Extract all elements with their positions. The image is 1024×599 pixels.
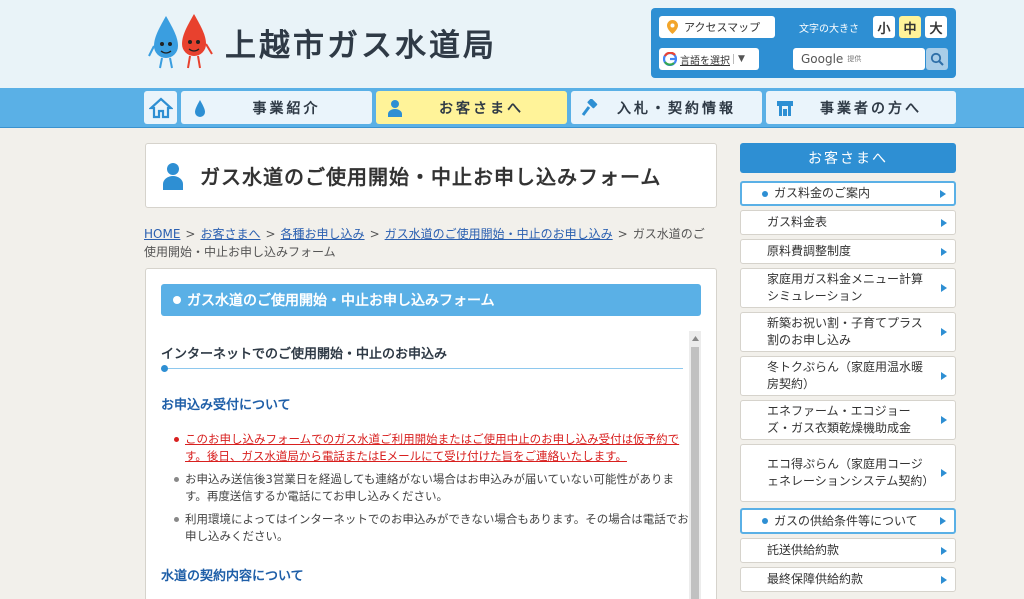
scrollbar[interactable]	[689, 331, 701, 599]
language-select-label: 言語を選択	[680, 55, 730, 67]
nav-bidding-label: 入札・契約情報	[617, 100, 736, 117]
sidebar-item-label: エネファーム・エコジョーズ・ガス衣類乾燥機助成金	[767, 404, 912, 435]
access-map-label: アクセスマップ	[684, 21, 761, 34]
access-map-button[interactable]: アクセスマップ	[659, 16, 775, 38]
content-heading-text: ガス水道のご使用開始・中止お申し込みフォーム	[187, 293, 495, 309]
header-tools: アクセスマップ 文字の大きさ 小 中 大 言語を選択 ▼ Google 提供	[651, 8, 956, 78]
page-title: ガス水道のご使用開始・中止お申し込みフォーム	[200, 165, 662, 189]
dropdown-arrow-icon: ▼	[733, 54, 745, 64]
bullet-dot-icon	[762, 518, 768, 524]
chevron-right-icon	[941, 218, 947, 227]
sidebar-item-label: 家庭用ガス料金メニュー計算シミュレーション	[767, 272, 924, 303]
section-internet-application: インターネットでのご使用開始・中止のお申込み	[161, 347, 448, 362]
site-header: 上越市ガス水道局 アクセスマップ 文字の大きさ 小 中 大 言語を選択 ▼ Go…	[0, 0, 1024, 88]
sidebar-item-subsidy[interactable]: エネファーム・エコジョーズ・ガス衣類乾燥機助成金	[740, 400, 956, 440]
content-heading: ガス水道のご使用開始・中止お申し込みフォーム	[161, 284, 701, 316]
search-icon	[930, 52, 944, 66]
water-drop-icon	[195, 100, 205, 117]
sidebar-item-supply-terms[interactable]: ガスの供給条件等について	[740, 508, 956, 534]
sidebar-item-label: ガス料金表	[767, 215, 828, 229]
breadcrumb-start-stop[interactable]: ガス水道のご使用開始・中止のお申し込み	[385, 227, 613, 241]
chevron-right-icon	[941, 469, 947, 477]
sidebar-item-label: エコ得ぷらん（家庭用コージェネレーションシステム契約）	[767, 457, 935, 488]
form-scroll-area[interactable]: インターネットでのご使用開始・中止のお申込み お申込み受付について このお申し込…	[161, 331, 701, 599]
section-water-contract: 水道の契約内容について	[161, 569, 304, 584]
bullet-dot-icon	[173, 296, 181, 304]
breadcrumb-customers[interactable]: お客さまへ	[200, 227, 260, 241]
sidebar-item-label: 原料費調整制度	[767, 244, 852, 258]
notice-list: このお申し込みフォームでのガス水道ご利用開始またはご使用中止のお申し込み受付は仮…	[171, 431, 691, 551]
section-reception: お申込み受付について	[161, 398, 291, 413]
nav-customers-label: お客さまへ	[439, 100, 524, 117]
breadcrumb: HOME > お客さまへ > 各種お申し込み > ガス水道のご使用開始・中止のお申し込み > ガ…	[144, 227, 705, 259]
language-select[interactable]: 言語を選択 ▼	[659, 48, 759, 70]
sidebar-item-consignment-terms[interactable]: 託送供給約款	[740, 538, 956, 563]
nav-customers[interactable]: お客さまへ	[376, 91, 567, 124]
sidebar-item-label: ガスの供給条件等について	[774, 513, 918, 528]
gavel-icon	[581, 99, 598, 116]
list-item: お申込み送信後3営業日を経過しても連絡がない場合はお申込みが届いていない可能性が…	[171, 471, 691, 505]
global-nav: 事業紹介 お客さまへ 入札・契約情報 事業者の方へ	[0, 88, 1024, 128]
site-title[interactable]: 上越市ガス水道局	[225, 20, 497, 65]
home-icon	[148, 97, 173, 118]
scroll-up-icon[interactable]	[689, 333, 701, 343]
shop-icon	[777, 101, 793, 116]
sidebar-item-label: 新築お祝い割・子育てプラス割のお申し込み	[767, 316, 923, 347]
breadcrumb-home[interactable]: HOME	[144, 227, 180, 241]
nav-contractors[interactable]: 事業者の方へ	[766, 91, 956, 124]
sidebar-item-label: 冬トクぷらん（家庭用温水暖房契約）	[767, 360, 924, 391]
sidebar-item-label: 託送供給約款	[767, 543, 840, 557]
person-icon	[388, 100, 402, 117]
map-pin-icon	[667, 20, 678, 34]
chevron-right-icon	[941, 328, 947, 336]
sidebar-item-gas-rate-table[interactable]: ガス料金表	[740, 210, 956, 235]
font-size-large-button[interactable]: 大	[925, 16, 947, 38]
nav-bidding[interactable]: 入札・契約情報	[571, 91, 762, 124]
font-size-label: 文字の大きさ	[799, 24, 859, 35]
sidebar-item-rate-simulation[interactable]: 家庭用ガス料金メニュー計算シミュレーション	[740, 268, 956, 308]
sidebar-item-winter-plan[interactable]: 冬トクぷらん（家庭用温水暖房契約）	[740, 356, 956, 396]
google-g-icon	[663, 52, 677, 66]
person-icon	[163, 163, 183, 190]
list-item: 利用環境によってはインターネットでのお申込みができない場合もあります。その場合は…	[171, 511, 691, 545]
section-divider	[161, 368, 683, 369]
search-powered: 提供	[847, 55, 862, 63]
chevron-right-icon	[941, 416, 947, 424]
chevron-right-icon	[941, 284, 947, 292]
nav-home-button[interactable]	[144, 91, 177, 124]
bullet-dot-icon	[762, 190, 768, 197]
font-size-small-button[interactable]: 小	[873, 16, 895, 38]
main-content: ガス水道のご使用開始・中止お申し込みフォーム インターネットでのご使用開始・中止…	[145, 268, 717, 599]
mascot-logo-icon[interactable]	[148, 12, 214, 70]
sidebar-item-label: ガス料金のご案内	[774, 186, 871, 200]
chevron-right-icon	[941, 372, 947, 380]
sidebar-item-new-home-discount[interactable]: 新築お祝い割・子育てプラス割のお申し込み	[740, 312, 956, 352]
chevron-right-icon	[941, 247, 947, 256]
sidebar-heading: お客さまへ	[740, 143, 956, 173]
chevron-right-icon	[940, 517, 946, 525]
sidebar-item-fuel-cost-adjustment[interactable]: 原料費調整制度	[740, 239, 956, 264]
list-item: このお申し込みフォームでのガス水道ご利用開始またはご使用中止のお申し込み受付は仮…	[171, 431, 691, 465]
chevron-right-icon	[941, 546, 947, 555]
sidebar-item-last-resort-terms[interactable]: 最終保障供給約款	[740, 567, 956, 592]
search-brand: Google	[801, 52, 844, 66]
font-size-medium-button[interactable]: 中	[899, 16, 921, 38]
sidebar-item-gas-rates-guide[interactable]: ガス料金のご案内	[740, 181, 956, 206]
divider-dot-icon	[161, 365, 168, 372]
search-button[interactable]	[926, 48, 948, 70]
page-title-box: ガス水道のご使用開始・中止お申し込みフォーム	[145, 143, 717, 208]
nav-business-intro[interactable]: 事業紹介	[181, 91, 372, 124]
nav-business-intro-label: 事業紹介	[252, 100, 321, 117]
breadcrumb-applications[interactable]: 各種お申し込み	[281, 227, 365, 241]
scroll-thumb[interactable]	[691, 347, 699, 599]
sidebar-item-label: 最終保障供給約款	[767, 572, 864, 586]
sidebar-item-eco-plan[interactable]: エコ得ぷらん（家庭用コージェネレーションシステム契約）	[740, 444, 956, 502]
nav-contractors-label: 事業者の方へ	[820, 100, 922, 117]
search-input[interactable]: Google 提供	[793, 48, 925, 70]
chevron-right-icon	[940, 189, 946, 198]
chevron-right-icon	[941, 575, 947, 584]
